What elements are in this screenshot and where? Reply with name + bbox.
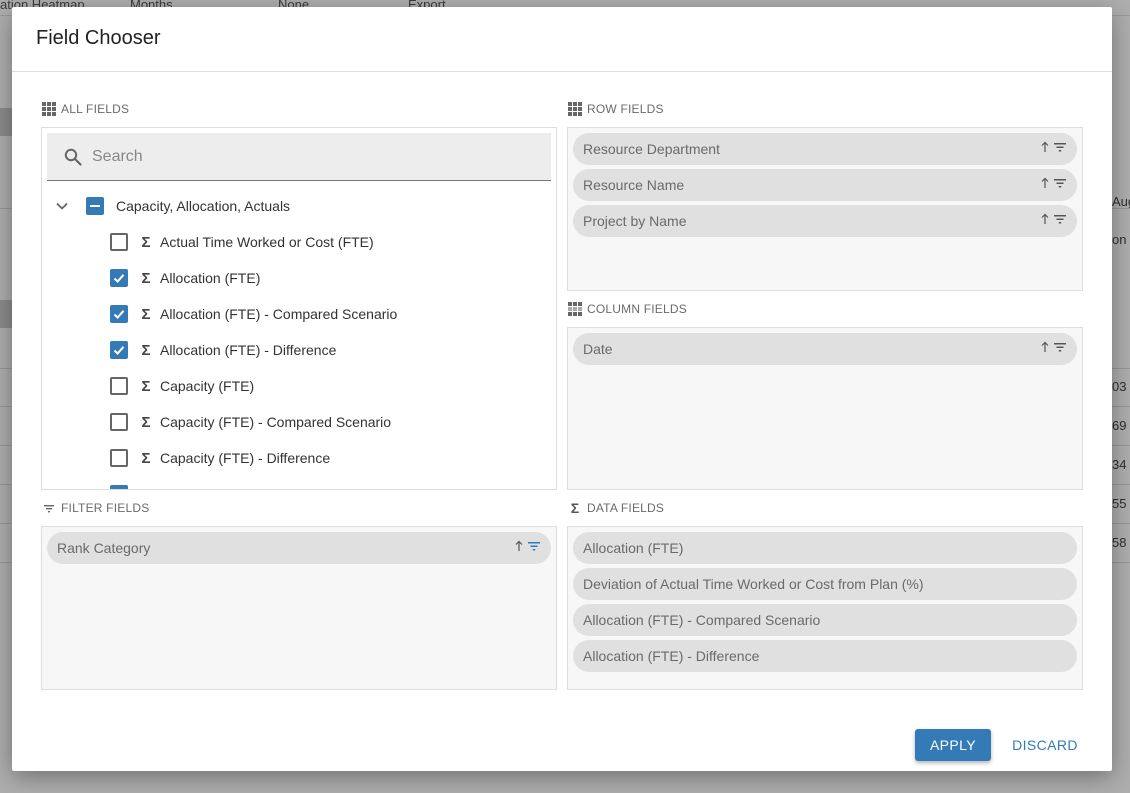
all-fields-label: ALL FIELDS: [61, 102, 130, 116]
column-fields-panel[interactable]: Date: [567, 327, 1083, 490]
rows-grid-icon: [568, 102, 582, 116]
sort-ascending-icon[interactable]: [1040, 213, 1050, 225]
columns-grid-icon: [568, 302, 582, 316]
field-checkbox[interactable]: [110, 377, 128, 395]
row-fields-label: ROW FIELDS: [587, 102, 664, 116]
filter-icon[interactable]: [527, 540, 541, 552]
group-checkbox[interactable]: [86, 197, 104, 215]
field-checkbox[interactable]: [110, 341, 128, 359]
filter-icon[interactable]: [1053, 213, 1067, 225]
field-checkbox[interactable]: [110, 485, 128, 489]
field-list-item[interactable]: Σ Deviation of Actual Time Worked or Cost…: [110, 476, 501, 490]
chip-actions: [1040, 213, 1067, 225]
group-label: Capacity, Allocation, Actuals: [116, 198, 291, 214]
column-fields-label: COLUMN FIELDS: [587, 302, 687, 316]
data-field-chip-label: Allocation (FTE): [583, 540, 684, 556]
search-icon: [64, 148, 82, 166]
search-input[interactable]: [92, 145, 532, 169]
data-field-chip-label: Deviation of Actual Time Worked or Cost …: [583, 576, 924, 592]
field-list-item[interactable]: Σ Capacity (FTE) - Difference: [110, 440, 330, 476]
field-label: Allocation (FTE): [160, 270, 261, 286]
column-field-chip[interactable]: Date: [573, 333, 1077, 365]
row-fields-panel[interactable]: Resource Department Resource Name Project …: [567, 127, 1083, 291]
data-fields-header: Σ DATA FIELDS: [568, 500, 665, 516]
field-list-item[interactable]: Σ Allocation (FTE) - Difference: [110, 332, 336, 368]
sigma-icon: Σ: [141, 449, 151, 467]
apply-button[interactable]: APPLY: [915, 729, 991, 761]
sort-ascending-icon[interactable]: [514, 540, 524, 552]
field-checkbox[interactable]: [110, 449, 128, 467]
chip-actions: [1040, 141, 1067, 153]
chip-actions: [1040, 177, 1067, 189]
field-checkbox[interactable]: [110, 269, 128, 287]
data-field-chip[interactable]: Allocation (FTE): [573, 532, 1077, 564]
field-list-item[interactable]: Σ Capacity (FTE): [110, 368, 254, 404]
chip-actions: [514, 540, 541, 552]
column-field-chip-label: Date: [583, 341, 613, 357]
filter-fields-header: FILTER FIELDS: [42, 501, 149, 515]
sigma-icon: Σ: [140, 486, 152, 490]
row-field-chip-label: Resource Name: [583, 177, 685, 193]
row-field-chip[interactable]: Project by Name: [573, 205, 1077, 237]
field-checkbox[interactable]: [110, 233, 128, 251]
data-field-chip[interactable]: Allocation (FTE) - Compared Scenario: [573, 604, 1077, 636]
data-fields-panel[interactable]: Allocation (FTE) Deviation of Actual Time…: [567, 526, 1083, 690]
sigma-icon: Σ: [141, 269, 151, 287]
filter-fields-panel[interactable]: Rank Category: [41, 526, 557, 690]
sigma-icon: Σ: [570, 500, 580, 516]
search-box[interactable]: [47, 133, 551, 181]
filter-fields-label: FILTER FIELDS: [61, 501, 150, 515]
field-list-item[interactable]: Σ Actual Time Worked or Cost (FTE): [110, 224, 374, 260]
filter-icon[interactable]: [1053, 177, 1067, 189]
row-field-chip-label: Resource Department: [583, 141, 720, 157]
discard-button[interactable]: DISCARD: [1009, 729, 1081, 761]
dialog-title: Field Chooser: [36, 27, 161, 49]
tree-group-row[interactable]: Capacity, Allocation, Actuals: [54, 188, 290, 224]
data-field-chip-label: Allocation (FTE) - Difference: [583, 648, 760, 664]
field-label: Allocation (FTE) - Difference: [160, 342, 337, 358]
sigma-icon: Σ: [141, 377, 151, 395]
filter-field-chip-label: Rank Category: [57, 540, 151, 556]
grid-icon: [42, 102, 56, 116]
chip-actions: [1040, 341, 1067, 353]
sigma-icon: Σ: [141, 341, 151, 359]
data-field-chip[interactable]: Allocation (FTE) - Difference: [573, 640, 1077, 672]
field-label: Capacity (FTE) - Compared Scenario: [160, 414, 392, 430]
row-field-chip[interactable]: Resource Name: [573, 169, 1077, 201]
field-list-item[interactable]: Σ Allocation (FTE) - Compared Scenario: [110, 296, 397, 332]
data-field-chip[interactable]: Deviation of Actual Time Worked or Cost …: [573, 568, 1077, 600]
field-list-item[interactable]: Σ Capacity (FTE) - Compared Scenario: [110, 404, 391, 440]
data-field-chip-label: Allocation (FTE) - Compared Scenario: [583, 612, 821, 628]
field-list-item[interactable]: Σ Allocation (FTE): [110, 260, 260, 296]
sort-ascending-icon[interactable]: [1040, 141, 1050, 153]
field-label: Deviation of Actual Time Worked or Cost …: [160, 486, 501, 489]
sort-ascending-icon[interactable]: [1040, 177, 1050, 189]
field-chooser-dialog: Field Chooser ALL FIELDS Capacity, Alloc…: [12, 7, 1112, 771]
sigma-icon: Σ: [141, 413, 151, 431]
filter-field-chip[interactable]: Rank Category: [47, 532, 551, 564]
chevron-down-icon[interactable]: [54, 198, 70, 214]
field-label: Actual Time Worked or Cost (FTE): [160, 234, 374, 250]
filter-icon[interactable]: [1053, 141, 1067, 153]
field-checkbox[interactable]: [110, 413, 128, 431]
filter-icon[interactable]: [1053, 341, 1067, 353]
row-field-chip[interactable]: Resource Department: [573, 133, 1077, 165]
filter-icon: [42, 501, 56, 515]
all-fields-header: ALL FIELDS: [42, 102, 129, 116]
sort-ascending-icon[interactable]: [1040, 341, 1050, 353]
column-fields-header: COLUMN FIELDS: [568, 302, 687, 316]
field-label: Capacity (FTE): [160, 378, 255, 394]
all-fields-panel: Capacity, Allocation, Actuals Σ Actual Ti…: [41, 127, 557, 490]
field-label: Capacity (FTE) - Difference: [160, 450, 331, 466]
data-fields-label: DATA FIELDS: [587, 501, 665, 515]
field-checkbox[interactable]: [110, 305, 128, 323]
sigma-icon: Σ: [141, 233, 151, 251]
title-divider: [12, 71, 1112, 72]
sigma-icon: Σ: [141, 305, 151, 323]
field-label: Allocation (FTE) - Compared Scenario: [160, 306, 398, 322]
row-field-chip-label: Project by Name: [583, 213, 687, 229]
row-fields-header: ROW FIELDS: [568, 102, 664, 116]
